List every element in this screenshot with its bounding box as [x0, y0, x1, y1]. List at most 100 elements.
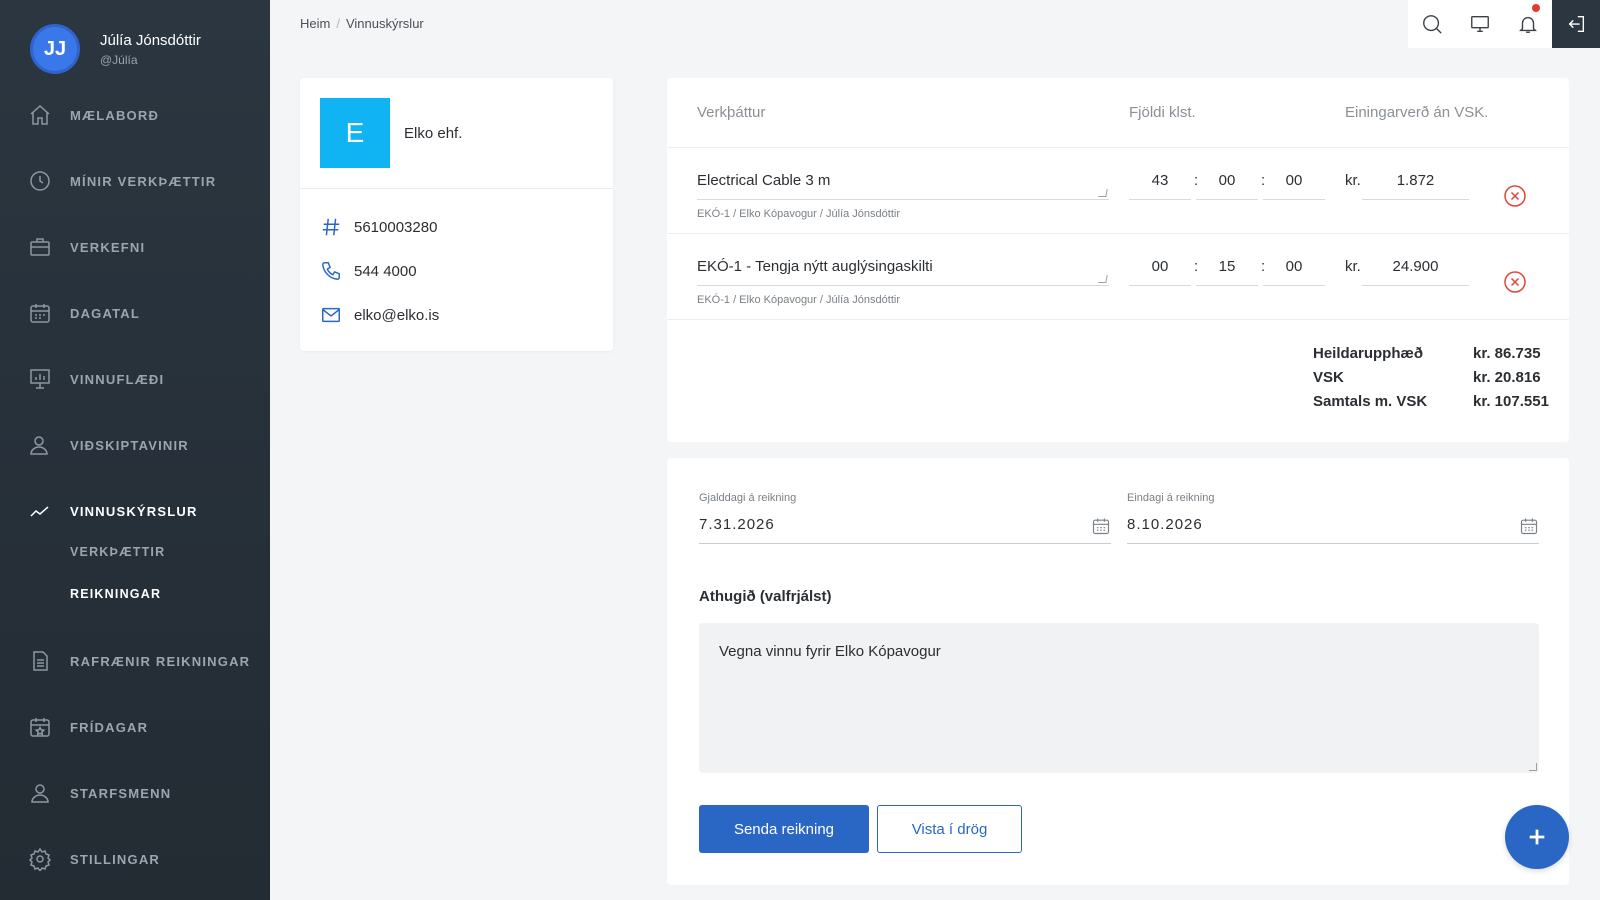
sidebar: JJ Júlía Jónsdóttir @Júlía MÆLABORÐ MÍNI…: [0, 0, 270, 900]
customer-name: Elko ehf.: [404, 124, 463, 142]
customer-phone[interactable]: 544 4000: [354, 263, 417, 280]
resize-handle-icon[interactable]: [1098, 189, 1108, 197]
line-description-input[interactable]: Electrical Cable 3 m: [697, 170, 1109, 200]
final-date-label: Eindagi á reikning: [1127, 492, 1215, 504]
unit-price-input[interactable]: 1.872: [1362, 170, 1469, 200]
final-date-input[interactable]: 8.10.2026: [1127, 510, 1539, 544]
gear-icon: [28, 847, 52, 873]
hours-input[interactable]: 00: [1129, 256, 1191, 286]
invoice-lines-card: Verkþáttur Fjöldi klst. Einingarverð án …: [667, 78, 1569, 442]
search-icon: [1423, 15, 1442, 34]
sidebar-item-customers[interactable]: VIÐSKIPTAVINIR: [0, 425, 270, 465]
remove-line-button[interactable]: [1503, 270, 1527, 294]
total-value: kr. 86.735: [1473, 345, 1541, 362]
sidebar-subitem-invoices[interactable]: REIKNINGAR: [70, 587, 161, 601]
note-text: Vegna vinnu fyrir Elko Kópavogur: [719, 643, 941, 660]
sidebar-subitem-tasks[interactable]: VERKÞÆTTIR: [70, 545, 165, 559]
sidebar-item-label: VINNUFLÆÐI: [70, 371, 165, 387]
note-textarea[interactable]: Vegna vinnu fyrir Elko Kópavogur: [699, 623, 1539, 773]
line-description-input[interactable]: EKÓ-1 - Tengja nýtt auglýsingaskilti: [697, 256, 1109, 286]
minutes-input[interactable]: 00: [1196, 170, 1258, 200]
send-invoice-button[interactable]: Senda reikning: [699, 805, 869, 853]
seconds-input[interactable]: 00: [1263, 256, 1325, 286]
notification-dot: [1532, 4, 1540, 12]
line-description-text: EKÓ-1 - Tengja nýtt auglýsingaskilti: [697, 258, 933, 275]
resize-handle-icon[interactable]: [1529, 763, 1537, 771]
close-circle-icon: [1504, 271, 1526, 293]
resize-handle-icon[interactable]: [1098, 275, 1108, 283]
hash-icon: [322, 218, 340, 236]
sidebar-item-settings[interactable]: STILLINGAR: [0, 839, 270, 879]
bell-icon: [1519, 16, 1537, 33]
sidebar-item-label: VIÐSKIPTAVINIR: [70, 437, 189, 453]
vat-value: kr. 20.816: [1473, 369, 1541, 386]
due-date-value: 7.31.2026: [699, 516, 775, 533]
column-header-task: Verkþáttur: [697, 104, 766, 121]
monitor-icon: [1471, 15, 1489, 33]
search-button[interactable]: [1408, 0, 1456, 48]
sidebar-item-e-invoices[interactable]: RAFRÆNIR REIKNINGAR: [0, 641, 270, 681]
user-name: Júlía Jónsdóttir: [100, 31, 201, 49]
sidebar-item-label: MÍNIR VERKÞÆTTIR: [70, 173, 217, 189]
sidebar-item-calendar[interactable]: DAGATAL: [0, 293, 270, 333]
column-header-unit-price: Einingarverð án VSK.: [1345, 104, 1489, 121]
due-date-input[interactable]: 7.31.2026: [699, 510, 1111, 544]
invoice-form-card: Gjalddagi á reikning 7.31.2026 Eindagi á…: [667, 458, 1569, 885]
avatar[interactable]: JJ: [30, 24, 80, 74]
sidebar-item-projects[interactable]: VERKEFNI: [0, 227, 270, 267]
customer-id-row: 5610003280: [320, 216, 437, 238]
grand-total-label: Samtals m. VSK: [1313, 393, 1428, 410]
sidebar-item-dashboard[interactable]: MÆLABORÐ: [0, 95, 270, 135]
total-label: Heildarupphæð: [1313, 345, 1424, 362]
customer-logo: E: [320, 98, 390, 168]
breadcrumb-home[interactable]: Heim: [300, 16, 330, 31]
sidebar-item-work-reports[interactable]: VINNUSKÝRSLUR: [0, 491, 270, 531]
sidebar-item-label: STILLINGAR: [70, 851, 160, 867]
logout-button[interactable]: [1552, 0, 1600, 48]
sidebar-item-label: VERKEFNI: [70, 239, 146, 255]
remove-line-button[interactable]: [1503, 184, 1527, 208]
sidebar-item-staff[interactable]: STARFSMENN: [0, 773, 270, 813]
sidebar-item-label: VINNUSKÝRSLUR: [70, 503, 198, 519]
display-button[interactable]: [1456, 0, 1504, 48]
invoice-line-row: Electrical Cable 3 m EKÓ-1 / Elko Kópavo…: [667, 148, 1569, 234]
mail-icon: [322, 307, 340, 323]
phone-icon: [322, 262, 340, 280]
invoice-line-row: EKÓ-1 - Tengja nýtt auglýsingaskilti EKÓ…: [667, 234, 1569, 320]
sidebar-item-my-tasks[interactable]: MÍNIR VERKÞÆTTIR: [0, 161, 270, 201]
clock-icon: [28, 169, 52, 193]
final-date-value: 8.10.2026: [1127, 516, 1203, 533]
currency-label: kr.: [1345, 258, 1361, 275]
hours-input[interactable]: 43: [1129, 170, 1191, 200]
note-label: Athugið (valfrjálst): [699, 588, 832, 605]
unit-price-input[interactable]: 24.900: [1362, 256, 1469, 286]
customer-id: 5610003280: [354, 218, 438, 236]
customer-email[interactable]: elko@elko.is: [354, 307, 439, 324]
vat-label: VSK: [1313, 369, 1344, 386]
due-date-label: Gjalddagi á reikning: [699, 492, 797, 504]
close-circle-icon: [1504, 185, 1526, 207]
sidebar-item-workflow[interactable]: VINNUFLÆÐI: [0, 359, 270, 399]
lines-header: Verkþáttur Fjöldi klst. Einingarverð án …: [667, 78, 1569, 148]
save-draft-button[interactable]: Vista í drög: [877, 805, 1022, 853]
topbar-actions: [1408, 0, 1600, 48]
line-subtitle: EKÓ-1 / Elko Kópavogur / Júlía Jónsdótti…: [697, 208, 900, 220]
sidebar-item-label: STARFSMENN: [70, 785, 172, 801]
minutes-input[interactable]: 15: [1196, 256, 1258, 286]
breadcrumb-current: Vinnuskýrslur: [345, 16, 424, 31]
notifications-button[interactable]: [1504, 0, 1552, 48]
calendar-icon[interactable]: [1091, 516, 1111, 536]
vat-row: VSK kr. 20.816: [1313, 369, 1553, 393]
seconds-input[interactable]: 00: [1263, 170, 1325, 200]
home-icon: [28, 103, 52, 127]
grand-total-row: Samtals m. VSK kr. 107.551: [1313, 393, 1553, 417]
sidebar-item-holidays[interactable]: FRÍDAGAR: [0, 707, 270, 747]
customer-phone-row: 544 4000: [320, 260, 417, 282]
user-profile[interactable]: JJ Júlía Jónsdóttir @Júlía: [30, 24, 201, 74]
line-subtitle: EKÓ-1 / Elko Kópavogur / Júlía Jónsdótti…: [697, 294, 900, 306]
calendar-icon: [28, 301, 52, 325]
calendar-icon[interactable]: [1519, 516, 1539, 536]
line-description-text: Electrical Cable 3 m: [697, 172, 831, 189]
add-button[interactable]: [1505, 805, 1569, 869]
grand-total-value: kr. 107.551: [1473, 393, 1549, 410]
